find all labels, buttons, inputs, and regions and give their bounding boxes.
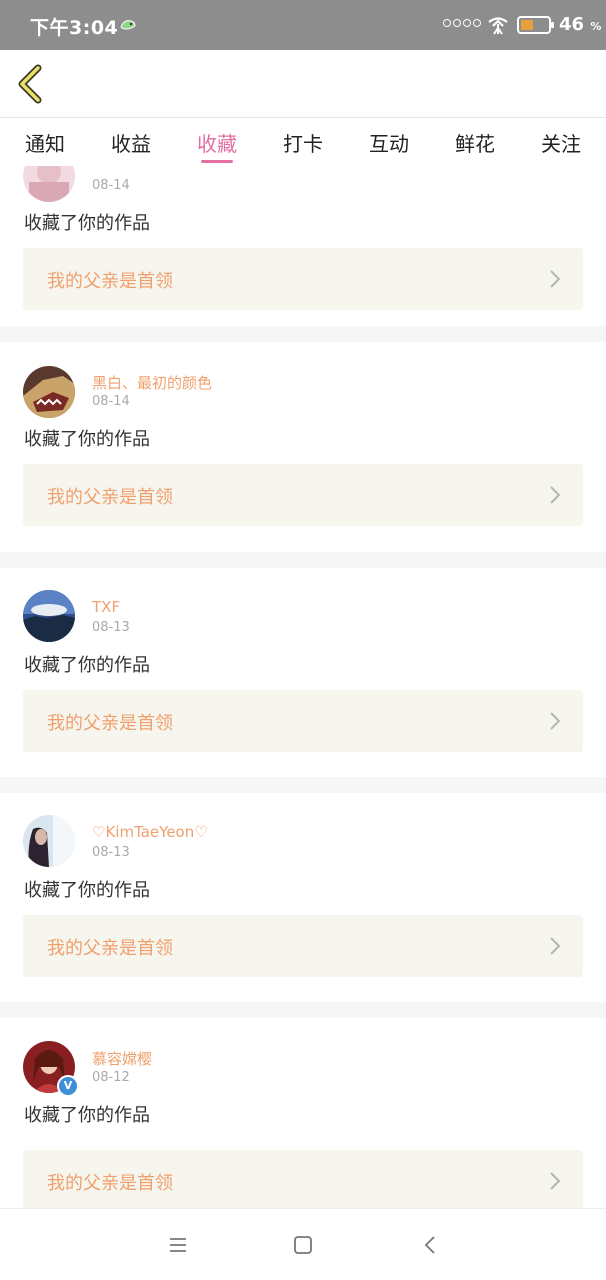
system-nav-bar — [0, 1208, 606, 1280]
page: 下午3:04 46 % 通知 收益 收藏 打卡 互动 鲜花 关注 08-14 收… — [0, 0, 606, 1280]
card-separator — [0, 777, 606, 793]
notification-date: 08-14 — [92, 178, 130, 193]
username[interactable]: 黑白、最初的颜色 — [92, 372, 212, 393]
action-text: 收藏了你的作品 — [24, 213, 150, 234]
notification-date: 08-13 — [92, 620, 130, 635]
tab-flowers[interactable]: 鲜花 — [445, 128, 505, 157]
user-avatar[interactable] — [23, 366, 75, 418]
chevron-right-icon — [550, 486, 561, 504]
tab-bar: 通知 收益 收藏 打卡 互动 鲜花 关注 — [0, 118, 606, 166]
tab-notifications[interactable]: 通知 — [15, 128, 75, 157]
action-text: 收藏了你的作品 — [24, 880, 150, 901]
bird-icon — [120, 20, 136, 30]
back-triangle-icon[interactable] — [419, 1233, 443, 1257]
chevron-right-icon — [550, 712, 561, 730]
notification-item: V 慕容嫦樱 08-12 收藏了你的作品 我的父亲是首领 — [0, 1018, 606, 1208]
active-tab-indicator — [201, 160, 233, 163]
battery-fill — [521, 20, 533, 30]
tab-checkin[interactable]: 打卡 — [273, 128, 333, 157]
action-text: 收藏了你的作品 — [24, 655, 150, 676]
chevron-right-icon — [550, 1172, 561, 1190]
notification-list: 08-14 收藏了你的作品 我的父亲是首领 黑白、最初的颜色 08-14 收藏了… — [0, 166, 606, 1208]
work-link[interactable]: 我的父亲是首领 — [23, 248, 583, 310]
header-bar — [0, 50, 606, 118]
chevron-right-icon — [550, 937, 561, 955]
action-text: 收藏了你的作品 — [24, 429, 150, 450]
card-separator — [0, 326, 606, 342]
notification-item: 黑白、最初的颜色 08-14 收藏了你的作品 我的父亲是首领 — [0, 342, 606, 552]
work-title: 我的父亲是首领 — [47, 487, 173, 508]
work-title: 我的父亲是首领 — [47, 271, 173, 292]
tab-follows[interactable]: 关注 — [531, 128, 591, 157]
signal-dots-icon — [443, 19, 481, 27]
tab-earnings[interactable]: 收益 — [101, 128, 161, 157]
notification-date: 08-12 — [92, 1070, 130, 1085]
work-link[interactable]: 我的父亲是首领 — [23, 1150, 583, 1208]
work-title: 我的父亲是首领 — [47, 1173, 173, 1194]
username[interactable]: TXF — [92, 598, 120, 616]
verified-badge: V — [57, 1075, 79, 1097]
user-avatar[interactable] — [23, 590, 75, 642]
work-title: 我的父亲是首领 — [47, 713, 173, 734]
work-link[interactable]: 我的父亲是首领 — [23, 464, 583, 526]
chevron-right-icon — [550, 270, 561, 288]
username[interactable]: 慕容嫦樱 — [92, 1048, 152, 1069]
username[interactable]: ♡KimTaeYeon♡ — [92, 823, 208, 841]
square-home-icon[interactable] — [291, 1233, 315, 1257]
action-text: 收藏了你的作品 — [24, 1105, 150, 1126]
status-time: 下午3:04 — [30, 17, 119, 39]
wifi-icon — [488, 17, 508, 35]
card-separator — [0, 1002, 606, 1018]
notification-date: 08-14 — [92, 394, 130, 409]
battery-icon — [517, 16, 554, 34]
notification-date: 08-13 — [92, 845, 130, 860]
card-separator — [0, 552, 606, 568]
menu-icon[interactable] — [166, 1233, 190, 1257]
notification-item: 08-14 收藏了你的作品 我的父亲是首领 — [0, 166, 606, 310]
user-avatar[interactable] — [23, 815, 75, 867]
work-link[interactable]: 我的父亲是首领 — [23, 915, 583, 977]
work-title: 我的父亲是首领 — [47, 938, 173, 959]
notification-item: TXF 08-13 收藏了你的作品 我的父亲是首领 — [0, 568, 606, 778]
battery-percent: 46 % — [559, 14, 602, 35]
tab-interactions[interactable]: 互动 — [359, 128, 419, 157]
chevron-left-icon — [18, 64, 42, 104]
tab-favorites[interactable]: 收藏 — [187, 128, 247, 157]
status-bar: 下午3:04 46 % — [0, 0, 606, 50]
work-link[interactable]: 我的父亲是首领 — [23, 690, 583, 752]
user-avatar[interactable] — [23, 166, 75, 202]
back-button[interactable] — [12, 62, 52, 106]
notification-item: ♡KimTaeYeon♡ 08-13 收藏了你的作品 我的父亲是首领 — [0, 793, 606, 1003]
